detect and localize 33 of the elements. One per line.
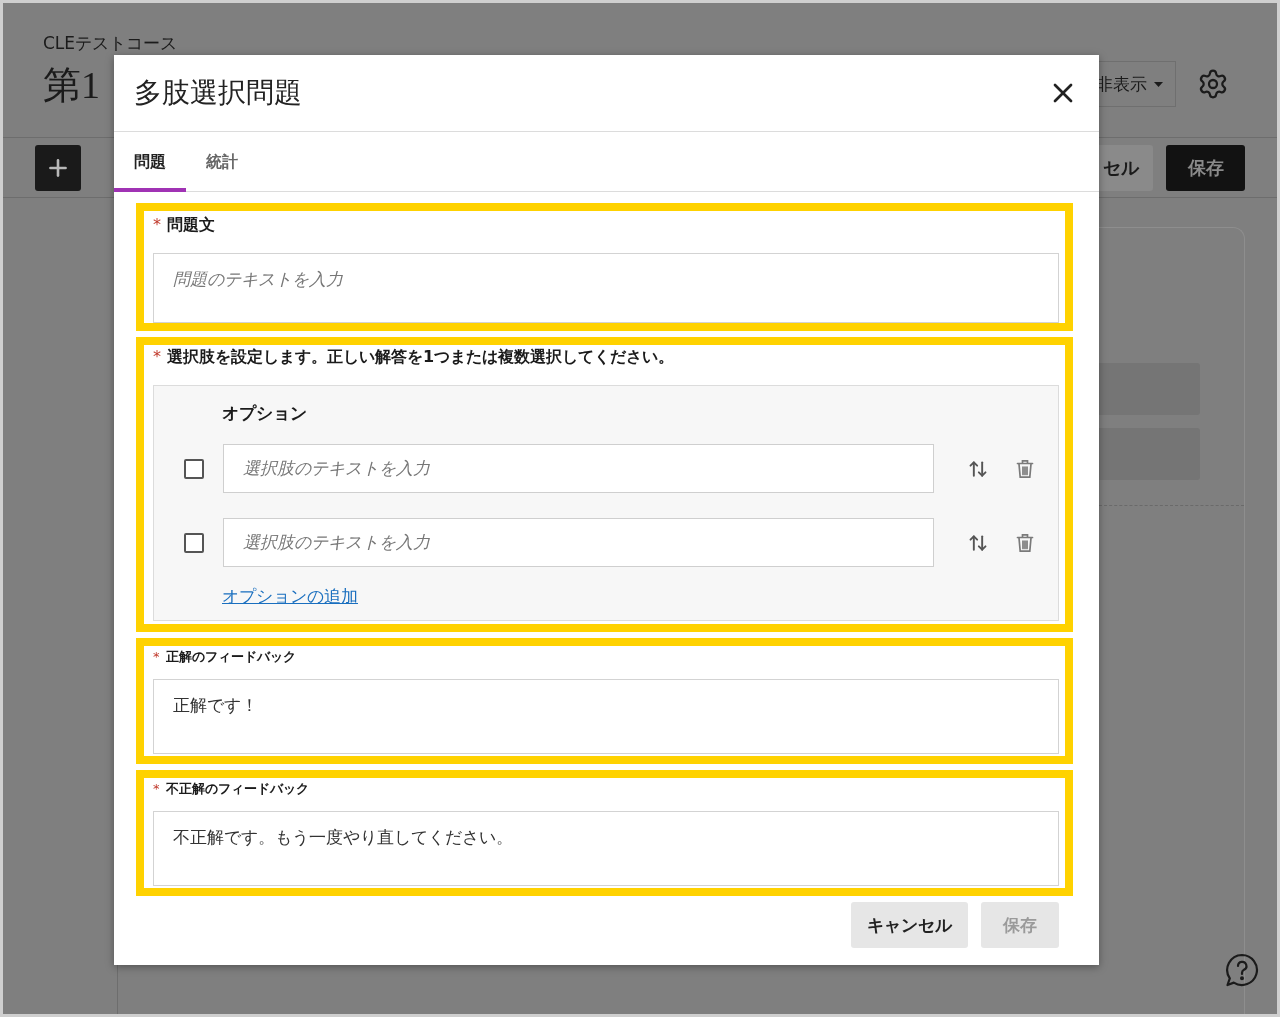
option-text-field[interactable]: 選択肢のテキストを入力 [223, 518, 934, 567]
dialog-button[interactable]: キャンセル [851, 902, 968, 948]
required-mark: * [153, 781, 160, 797]
reorder-icon[interactable] [968, 458, 988, 479]
tab[interactable]: 統計 [186, 132, 258, 192]
required-mark: * [153, 215, 161, 235]
cancel-button[interactable]: セル [1097, 144, 1153, 191]
required-mark: * [153, 347, 161, 367]
settings-icon[interactable] [1197, 68, 1229, 100]
save-button[interactable]: 保存 [1166, 144, 1245, 191]
course-name: CLEテストコース [43, 33, 178, 53]
answer-checkbox[interactable] [184, 458, 204, 479]
field-label: 問題文 [167, 215, 215, 235]
caret-icon [1154, 81, 1163, 87]
trash-icon[interactable] [1015, 532, 1035, 553]
dialog-title: 多肢選択問題 [134, 75, 302, 111]
page-title: 第1 [43, 63, 100, 108]
field-label: 正解のフィードバック [165, 649, 296, 665]
field-label: 選択肢を設定します。正しい解答を1つまたは複数選択してください。 [167, 347, 675, 367]
required-mark: * [153, 649, 160, 665]
help-icon[interactable] [1224, 952, 1260, 988]
options-heading: オプション [222, 403, 307, 423]
option-text-field[interactable]: 選択肢のテキストを入力 [223, 444, 934, 493]
reorder-icon[interactable] [968, 532, 988, 553]
add-option-link[interactable]: オプションの追加 [222, 586, 358, 606]
question-text-field[interactable]: 問題のテキストを入力 [153, 253, 1059, 323]
field-label: 不正解のフィードバック [165, 781, 309, 797]
answer-checkbox[interactable] [184, 532, 204, 553]
add-button[interactable] [35, 144, 81, 191]
feedback-text-field[interactable]: 正解です！ [153, 679, 1059, 754]
feedback-text-field[interactable]: 不正解です。もう一度やり直してください。 [153, 811, 1059, 886]
trash-icon[interactable] [1015, 458, 1035, 479]
tab[interactable]: 問題 [114, 132, 186, 192]
